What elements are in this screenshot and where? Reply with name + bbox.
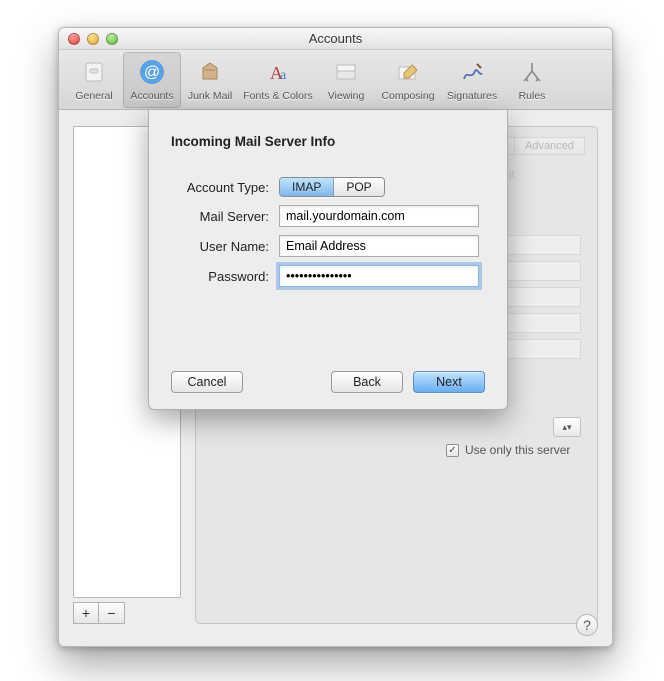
password-label: Password:: [171, 269, 279, 284]
row-account-type: Account Type: IMAP POP: [171, 177, 485, 197]
user-name-input[interactable]: [279, 235, 479, 257]
help-button[interactable]: ?: [576, 614, 598, 636]
incoming-server-sheet: Incoming Mail Server Info Account Type: …: [148, 110, 508, 410]
bg-tab: Advanced: [515, 137, 585, 155]
viewing-icon: [331, 57, 361, 87]
toolbar-label: Viewing: [328, 90, 365, 102]
toolbar-label: Signatures: [447, 90, 497, 102]
toolbar-label: Fonts & Colors: [243, 90, 312, 102]
password-input[interactable]: [279, 265, 479, 287]
use-only-this-server[interactable]: ✓ Use only this server: [446, 443, 570, 457]
toolbar-junk[interactable]: Junk Mail: [181, 52, 239, 108]
mail-server-input[interactable]: [279, 205, 479, 227]
row-mail-server: Mail Server:: [171, 205, 485, 227]
user-name-label: User Name:: [171, 239, 279, 254]
toolbar-fonts[interactable]: Aa Fonts & Colors: [239, 52, 317, 108]
toolbar-label: Rules: [519, 90, 546, 102]
signature-icon: [457, 57, 487, 87]
account-type-pop[interactable]: POP: [333, 178, 383, 196]
toolbar-composing[interactable]: Composing: [375, 52, 441, 108]
sidebar-buttons: + −: [73, 602, 181, 624]
toolbar-label: General: [75, 90, 112, 102]
next-button[interactable]: Next: [413, 371, 485, 393]
account-type-label: Account Type:: [171, 180, 279, 195]
toolbar-viewing[interactable]: Viewing: [317, 52, 375, 108]
account-type-segmented: IMAP POP: [279, 177, 385, 197]
remove-account-button[interactable]: −: [99, 602, 125, 624]
preferences-toolbar: General @ Accounts Junk Mail Aa Fonts & …: [59, 50, 612, 110]
mail-server-label: Mail Server:: [171, 209, 279, 224]
toolbar-accounts[interactable]: @ Accounts: [123, 52, 181, 108]
toolbar-signatures[interactable]: Signatures: [441, 52, 503, 108]
cancel-button[interactable]: Cancel: [171, 371, 243, 393]
smtp-popup-icon: ▴▾: [553, 417, 581, 437]
svg-text:a: a: [280, 68, 287, 83]
sheet-footer: Cancel Back Next: [171, 371, 485, 393]
toolbar-rules[interactable]: Rules: [503, 52, 561, 108]
toolbar-label: Junk Mail: [188, 90, 232, 102]
sheet-title: Incoming Mail Server Info: [171, 134, 485, 149]
account-type-imap[interactable]: IMAP: [280, 178, 333, 196]
toolbar-label: Accounts: [130, 90, 173, 102]
row-password: Password:: [171, 265, 485, 287]
titlebar[interactable]: Accounts: [59, 28, 612, 50]
svg-text:@: @: [144, 64, 160, 81]
at-icon: @: [137, 57, 167, 87]
toolbar-general[interactable]: General: [65, 52, 123, 108]
add-account-button[interactable]: +: [73, 602, 99, 624]
recycle-icon: [195, 57, 225, 87]
back-button[interactable]: Back: [331, 371, 403, 393]
compose-icon: [393, 57, 423, 87]
use-only-label: Use only this server: [465, 443, 570, 457]
checkbox-icon[interactable]: ✓: [446, 444, 459, 457]
toolbar-label: Composing: [381, 90, 434, 102]
fonts-icon: Aa: [263, 57, 293, 87]
rules-icon: [517, 57, 547, 87]
switch-icon: [79, 57, 109, 87]
row-user-name: User Name:: [171, 235, 485, 257]
window-title: Accounts: [59, 31, 612, 46]
